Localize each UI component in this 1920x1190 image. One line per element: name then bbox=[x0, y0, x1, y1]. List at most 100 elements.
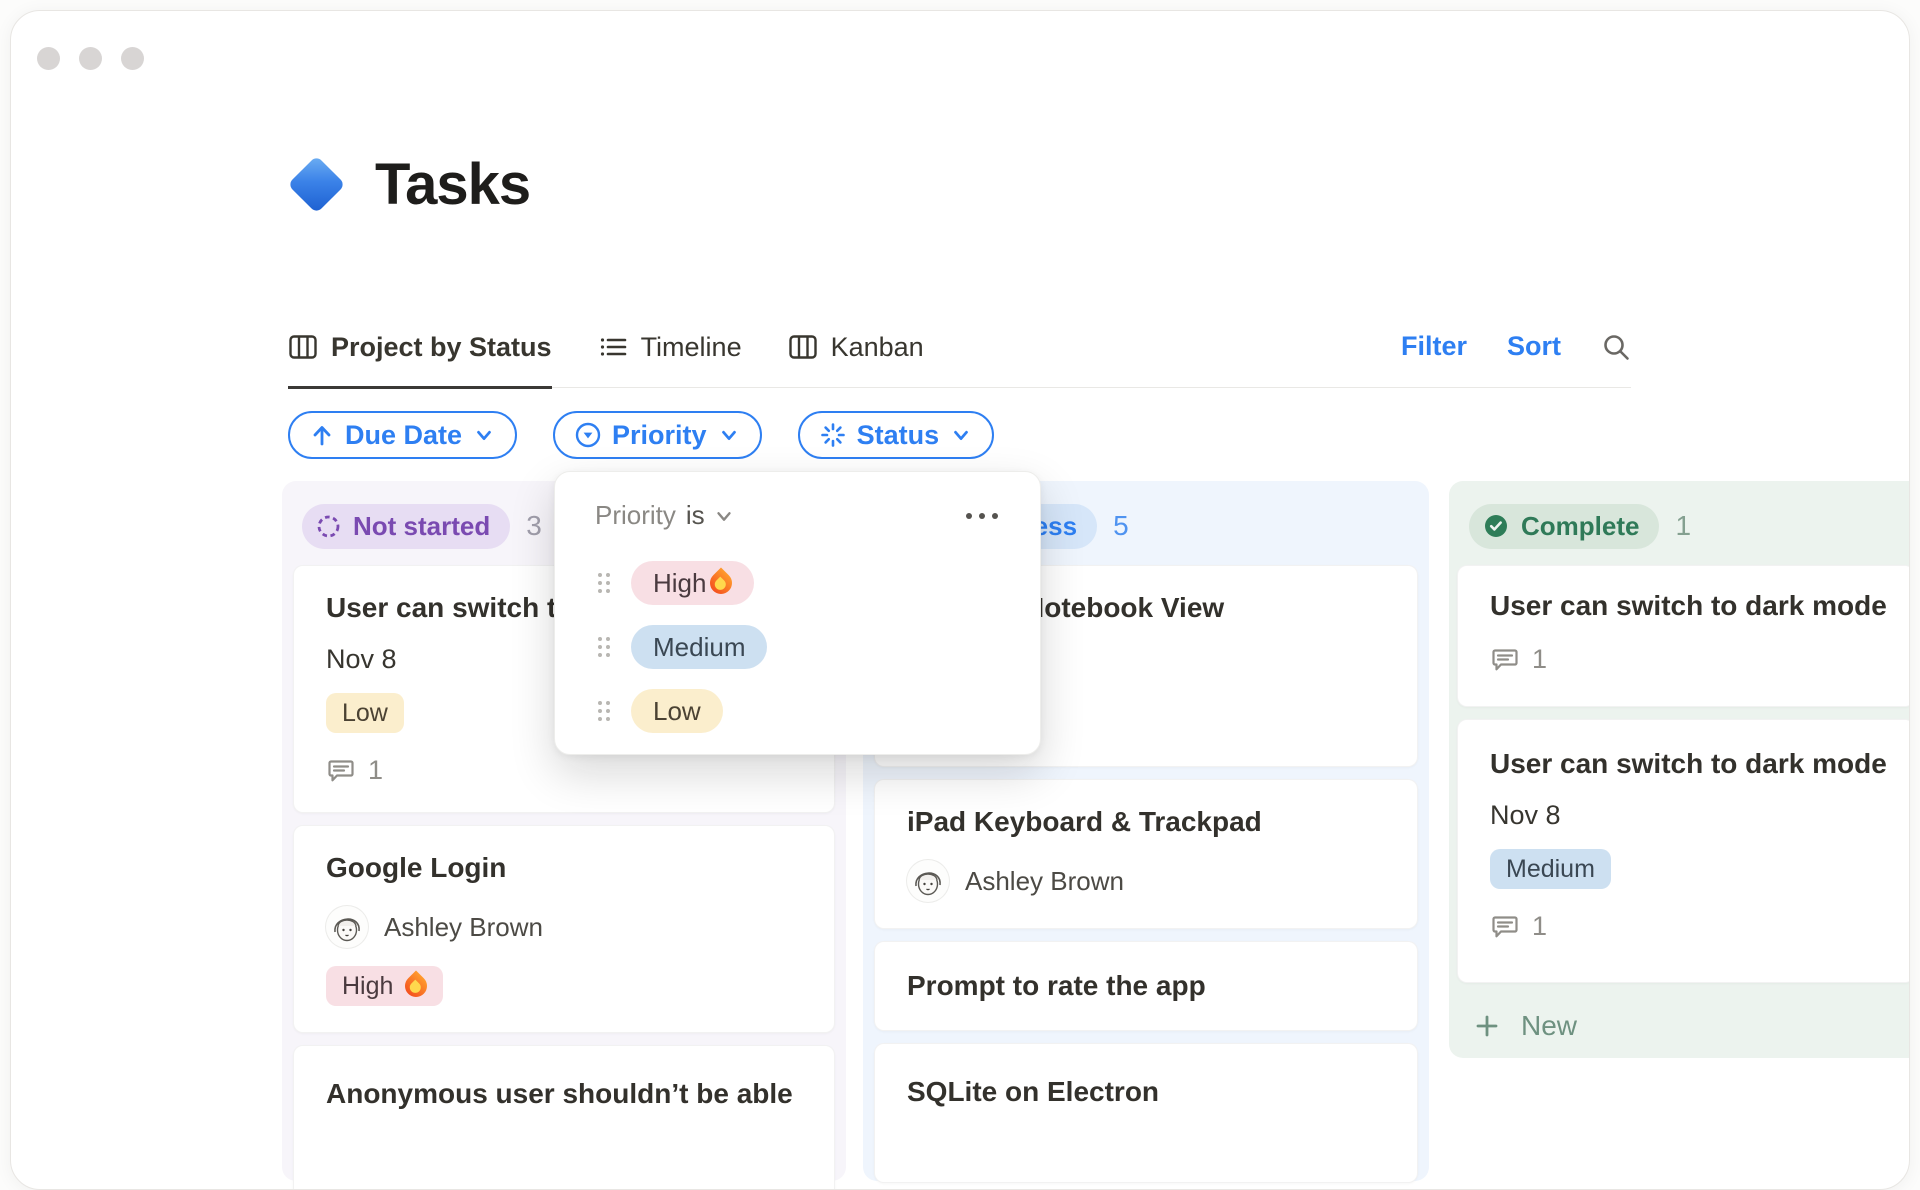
drag-handle-icon[interactable] bbox=[595, 633, 613, 661]
sort-button[interactable]: Sort bbox=[1507, 331, 1561, 362]
search-icon[interactable] bbox=[1601, 332, 1631, 362]
comment-count-value: 1 bbox=[1532, 911, 1548, 941]
priority-label: Medium bbox=[1506, 854, 1595, 883]
tabs-actions: Filter Sort bbox=[1401, 308, 1631, 385]
card-title: Prompt to rate the app bbox=[907, 970, 1206, 1001]
filter-pills: Due Date Priority Status bbox=[288, 411, 995, 459]
minimize-window-button[interactable] bbox=[79, 47, 102, 70]
window-controls bbox=[37, 47, 144, 70]
priority-pill-high: High bbox=[631, 561, 755, 605]
tab-label: Project by Status bbox=[331, 331, 552, 362]
dropdown-operator[interactable]: is bbox=[686, 500, 705, 531]
priority-option-low[interactable]: Low bbox=[595, 679, 1000, 743]
priority-option-medium[interactable]: Medium bbox=[595, 615, 1000, 679]
priority-label: High bbox=[342, 971, 394, 1000]
priority-pill-low: Low bbox=[631, 689, 723, 733]
tab-label: Kanban bbox=[830, 331, 924, 362]
card-title: User can switch to dark mode bbox=[1490, 590, 1887, 621]
column-complete: Complete 1 User can switch to dark mode … bbox=[1449, 481, 1909, 1058]
check-circle-icon bbox=[1485, 515, 1507, 537]
drag-handle-icon[interactable] bbox=[595, 697, 613, 725]
due-date-filter-pill[interactable]: Due Date bbox=[288, 411, 518, 459]
status-label: Not started bbox=[353, 510, 491, 541]
priority-circle-icon bbox=[575, 422, 601, 448]
comment-count: 1 bbox=[326, 755, 802, 786]
pill-label: Priority bbox=[612, 419, 707, 450]
pill-label: Status bbox=[856, 419, 940, 450]
card-title: SQLite on Electron bbox=[907, 1076, 1160, 1107]
board-icon bbox=[289, 335, 317, 359]
comment-count: 1 bbox=[1490, 644, 1882, 675]
status-filter-pill[interactable]: Status bbox=[797, 411, 995, 459]
add-new-card-button[interactable]: New bbox=[1449, 995, 1909, 1057]
board-icon bbox=[788, 335, 817, 359]
chevron-down-icon bbox=[721, 430, 736, 441]
task-card[interactable]: User can switch to dark mode 1 bbox=[1457, 565, 1909, 707]
view-tabs: Project by Status Timeline Kanban Filter… bbox=[288, 308, 1631, 389]
avatar bbox=[907, 860, 949, 902]
tab-label: Timeline bbox=[640, 331, 742, 362]
status-label: Complete bbox=[1521, 510, 1640, 541]
priority-tag-low: Low bbox=[326, 693, 404, 733]
card-title: Google Login bbox=[326, 852, 507, 883]
task-card[interactable]: Prompt to rate the app bbox=[874, 941, 1418, 1031]
task-card[interactable]: Google Login Ashley Brown High bbox=[293, 825, 835, 1033]
priority-label: Medium bbox=[653, 631, 746, 662]
tab-project-by-status[interactable]: Project by Status bbox=[288, 308, 552, 389]
comment-count-value: 1 bbox=[368, 755, 384, 785]
more-options-icon[interactable] bbox=[964, 507, 1000, 525]
comment-icon bbox=[328, 759, 354, 781]
priority-label: Low bbox=[342, 698, 388, 727]
status-spinner-icon bbox=[820, 423, 845, 447]
status-badge-complete[interactable]: Complete bbox=[1469, 503, 1660, 549]
task-card[interactable]: iPad Keyboard & Trackpad Ashley Brown bbox=[874, 779, 1418, 929]
chevron-down-icon bbox=[954, 430, 968, 441]
fire-emoji-icon bbox=[400, 970, 432, 1002]
page-title: Tasks bbox=[375, 152, 531, 217]
tab-timeline[interactable]: Timeline bbox=[598, 308, 742, 389]
priority-option-high[interactable]: High bbox=[595, 551, 1000, 615]
priority-filter-dropdown: Priority is High Medium Low bbox=[554, 471, 1041, 755]
task-card[interactable]: SQLite on Electron bbox=[874, 1043, 1418, 1183]
column-header: Complete 1 bbox=[1449, 481, 1909, 565]
dropdown-field[interactable]: Priority bbox=[595, 500, 676, 531]
comment-count: 1 bbox=[1490, 911, 1882, 942]
close-window-button[interactable] bbox=[37, 47, 60, 70]
card-due-date: Nov 8 bbox=[1490, 800, 1561, 830]
task-card[interactable]: Anonymous user shouldn’t be able bbox=[293, 1045, 835, 1189]
priority-pill-medium: Medium bbox=[631, 625, 768, 669]
priority-tag-medium: Medium bbox=[1490, 849, 1611, 889]
fire-emoji-icon bbox=[705, 567, 738, 599]
dashed-circle-icon bbox=[317, 515, 340, 537]
chevron-down-icon bbox=[477, 430, 491, 441]
chevron-down-icon[interactable] bbox=[713, 505, 735, 527]
priority-label: High bbox=[653, 567, 707, 598]
timeline-icon bbox=[600, 338, 626, 356]
card-title: Notebook View bbox=[1024, 592, 1225, 623]
status-badge-not-started[interactable]: Not started bbox=[302, 503, 511, 549]
column-count: 3 bbox=[526, 510, 542, 541]
assignee: Ashley Brown bbox=[907, 860, 1385, 902]
page-header: Tasks bbox=[287, 151, 531, 218]
tab-kanban[interactable]: Kanban bbox=[788, 308, 924, 389]
comment-icon bbox=[1492, 915, 1518, 937]
card-list: User can switch to dark mode 1 User can … bbox=[1449, 565, 1909, 983]
priority-label: Low bbox=[653, 695, 701, 726]
arrow-up-icon bbox=[313, 426, 331, 446]
assignee: Ashley Brown bbox=[326, 906, 802, 948]
column-count: 5 bbox=[1113, 510, 1129, 541]
comment-count-value: 1 bbox=[1532, 644, 1548, 674]
avatar bbox=[326, 906, 368, 948]
assignee-name: Ashley Brown bbox=[384, 911, 543, 942]
assignee-name: Ashley Brown bbox=[965, 865, 1124, 896]
priority-tag-high: High bbox=[326, 966, 444, 1006]
card-title: User can switch to dark mode bbox=[1490, 748, 1887, 779]
drag-handle-icon[interactable] bbox=[595, 569, 613, 597]
comment-icon bbox=[1492, 648, 1518, 670]
filter-button[interactable]: Filter bbox=[1401, 331, 1467, 362]
maximize-window-button[interactable] bbox=[121, 47, 144, 70]
task-card[interactable]: User can switch to dark mode Nov 8 Mediu… bbox=[1457, 719, 1909, 983]
column-count: 1 bbox=[1675, 510, 1692, 541]
card-title: iPad Keyboard & Trackpad bbox=[907, 806, 1262, 837]
priority-filter-pill[interactable]: Priority bbox=[553, 411, 762, 459]
